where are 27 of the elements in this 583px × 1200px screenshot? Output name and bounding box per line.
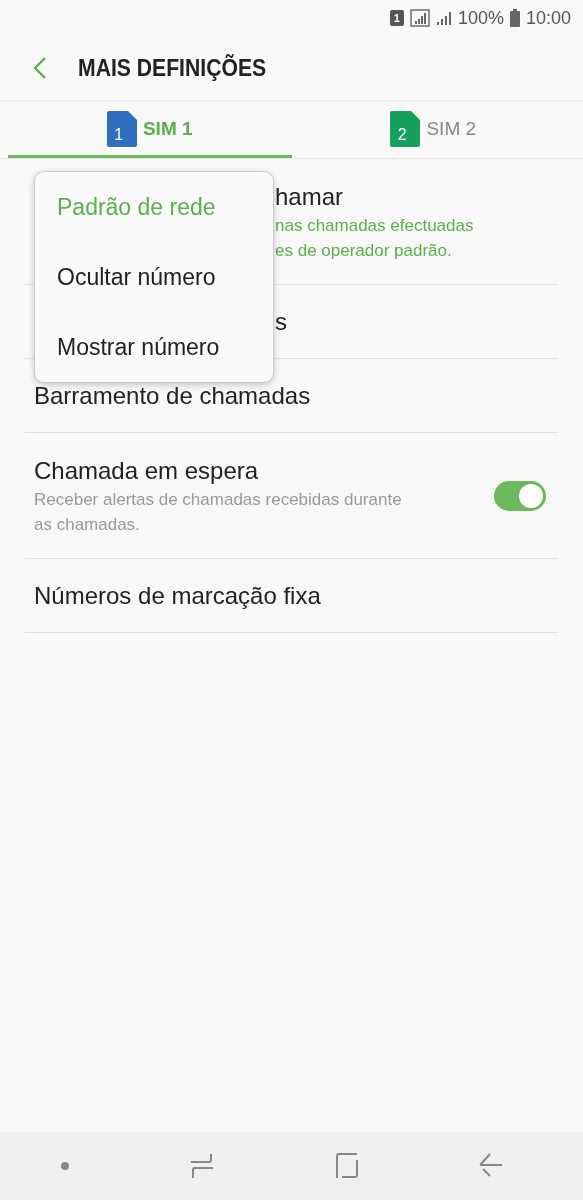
sim-card-icon bbox=[390, 110, 421, 147]
sim-indicator: 1 bbox=[389, 10, 404, 26]
setting-title[interactable]: hamar bbox=[275, 182, 558, 212]
setting-description: nas chamadas efectuadas bbox=[275, 215, 475, 237]
clock: 10:00 bbox=[525, 7, 571, 29]
battery-percent: 100% bbox=[457, 7, 504, 29]
dot-icon[interactable] bbox=[60, 1161, 71, 1171]
setting-title[interactable]: Chamada em espera bbox=[34, 456, 494, 486]
setting-title[interactable]: s bbox=[275, 307, 558, 337]
setting-description: Receber alertas de chamadas recebidas durante bbox=[34, 489, 403, 511]
menu-item[interactable]: Mostrar número bbox=[35, 312, 273, 382]
sim-card-icon bbox=[106, 110, 137, 147]
page-title: MAIS DEFINIÇÕES bbox=[78, 54, 267, 82]
setting-title[interactable]: Números de marcação fixa bbox=[34, 581, 558, 611]
menu-item[interactable]: Ocultar número bbox=[35, 242, 273, 312]
home-icon[interactable] bbox=[334, 1153, 359, 1179]
sim-tab[interactable]: 1 SIM 1 bbox=[8, 102, 292, 158]
toggle-switch[interactable] bbox=[494, 481, 546, 511]
setting-description: es de operador padrão. bbox=[275, 240, 453, 262]
back-icon[interactable] bbox=[478, 1153, 503, 1179]
setting-title[interactable]: Barramento de chamadas bbox=[34, 381, 558, 411]
setting-description: as chamadas. bbox=[34, 514, 141, 536]
signal-icon bbox=[435, 11, 452, 25]
back-icon[interactable] bbox=[32, 56, 48, 80]
signal-icon bbox=[409, 9, 430, 27]
recent-apps-icon[interactable] bbox=[190, 1153, 215, 1179]
battery-icon bbox=[509, 9, 520, 27]
